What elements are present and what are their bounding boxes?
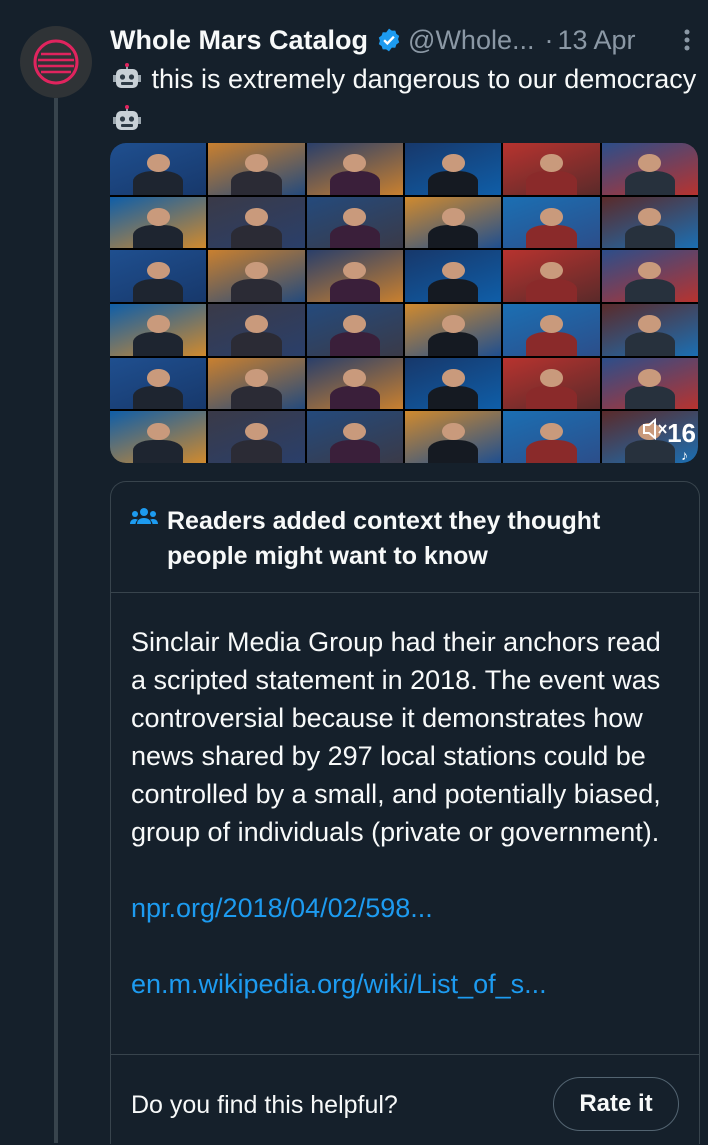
tweet: Whole Mars Catalog @Whole... · 13 Apr th… xyxy=(110,20,700,144)
anchor-thumbnail xyxy=(208,250,305,302)
anchor-thumbnail xyxy=(405,411,502,463)
anchor-thumbnail xyxy=(601,196,698,249)
anchor-thumbnail xyxy=(503,411,600,463)
volume-muted-icon[interactable] xyxy=(642,417,668,441)
author-handle[interactable]: @Whole... xyxy=(408,25,534,56)
avatar[interactable] xyxy=(20,26,92,98)
rate-it-button[interactable]: Rate it xyxy=(553,1077,679,1131)
author-name[interactable]: Whole Mars Catalog xyxy=(110,25,368,56)
separator-dot: · xyxy=(544,24,554,55)
anchor-thumbnail xyxy=(208,357,305,410)
anchor-thumbnail xyxy=(306,196,403,249)
anchor-thumbnail xyxy=(208,196,305,249)
anchor-thumbnail xyxy=(208,411,305,463)
anchor-thumbnail xyxy=(503,357,600,410)
video-overlay-number: 16 xyxy=(667,418,696,448)
verified-badge-icon xyxy=(376,27,402,53)
anchor-thumbnail xyxy=(306,357,403,410)
robot-face-icon xyxy=(112,62,142,102)
tweet-date[interactable]: 13 Apr xyxy=(557,25,635,56)
tiktok-watermark-icon: ♪ xyxy=(681,447,688,463)
note-body: Sinclair Media Group had their anchors r… xyxy=(131,627,661,847)
anchor-thumbnail xyxy=(110,411,207,463)
news-anchor-mosaic xyxy=(110,143,698,463)
anchor-thumbnail xyxy=(503,304,600,356)
avatar-logo-icon xyxy=(33,39,79,85)
anchor-thumbnail xyxy=(503,143,600,195)
anchor-thumbnail xyxy=(405,357,502,410)
tweet-video[interactable]: 16 ♪ xyxy=(110,143,698,463)
tweet-header: Whole Mars Catalog @Whole... · 13 Apr xyxy=(110,20,700,60)
anchor-thumbnail xyxy=(601,357,698,410)
anchor-thumbnail xyxy=(601,143,698,195)
community-note: Readers added context they thought peopl… xyxy=(110,481,700,1144)
note-body-container: Sinclair Media Group had their anchors r… xyxy=(111,593,699,1003)
note-footer: Do you find this helpful? Rate it xyxy=(111,1054,699,1145)
tweet-text: this is extremely dangerous to our democ… xyxy=(151,64,697,94)
anchor-thumbnail xyxy=(208,304,305,356)
anchor-thumbnail xyxy=(306,143,403,195)
anchor-thumbnail xyxy=(405,304,502,356)
anchor-thumbnail xyxy=(110,304,207,356)
helpful-prompt: Do you find this helpful? xyxy=(131,1091,398,1119)
anchor-thumbnail xyxy=(306,250,403,302)
thread-line xyxy=(54,98,58,1143)
anchor-thumbnail xyxy=(110,143,207,195)
anchor-thumbnail xyxy=(601,250,698,302)
anchor-thumbnail xyxy=(503,250,600,302)
note-header: Readers added context they thought peopl… xyxy=(111,482,699,593)
anchor-thumbnail xyxy=(306,304,403,356)
anchor-thumbnail xyxy=(503,196,600,249)
tweet-text-container: this is extremely dangerous to our democ… xyxy=(110,60,700,144)
anchor-thumbnail xyxy=(405,250,502,302)
anchor-thumbnail xyxy=(208,143,305,195)
anchor-thumbnail xyxy=(110,196,207,249)
anchor-thumbnail xyxy=(601,304,698,356)
wikipedia-link[interactable]: en.m.wikipedia.org/wiki/List_of_s... xyxy=(131,965,679,1003)
robot-face-icon xyxy=(112,104,142,144)
anchor-thumbnail xyxy=(306,411,403,463)
people-icon xyxy=(129,506,159,530)
anchor-thumbnail xyxy=(405,196,502,249)
anchor-thumbnail xyxy=(110,250,207,302)
anchor-thumbnail xyxy=(110,357,207,410)
more-options-icon[interactable] xyxy=(682,27,692,53)
anchor-thumbnail xyxy=(405,143,502,195)
note-title: Readers added context they thought peopl… xyxy=(167,507,601,570)
npr-link[interactable]: npr.org/2018/04/02/598... xyxy=(131,889,679,927)
